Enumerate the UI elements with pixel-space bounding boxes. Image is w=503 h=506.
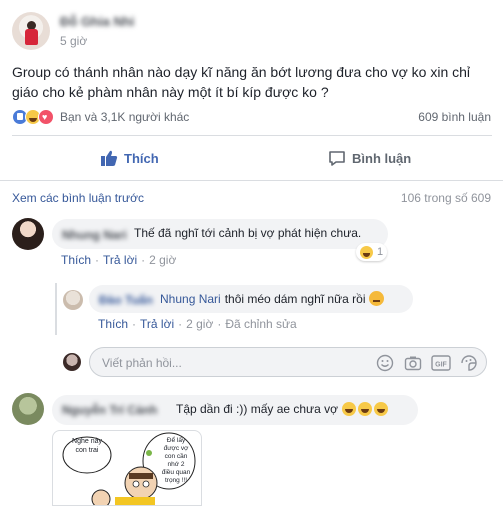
comic-speech-right: Để lấy được vợ con cần nhớ 2 điều quan t… xyxy=(161,437,191,484)
comment-avatar[interactable] xyxy=(12,218,44,250)
reply-thread-line xyxy=(55,283,57,335)
reply-input-placeholder: Viết phản hồi... xyxy=(102,356,182,370)
comment-time[interactable]: 2 giờ xyxy=(149,253,176,267)
comment-reaction-count: 1 xyxy=(377,246,384,258)
comment-button[interactable]: Bình luận xyxy=(328,147,411,169)
separator-dot: · xyxy=(141,253,146,267)
reply-text-body: thôi méo dám nghĩ nữa rồi xyxy=(224,291,366,306)
current-user-avatar xyxy=(63,353,81,371)
reply-like-link[interactable]: Thích xyxy=(98,317,128,331)
view-previous-comments-link[interactable]: Xem các bình luận trước xyxy=(12,191,144,205)
comment-actions: Thích · Trả lời · 2 giờ xyxy=(61,253,176,267)
comment-reply-link[interactable]: Trả lời xyxy=(103,253,137,267)
smirk-emoji-icon xyxy=(369,291,385,306)
separator-dot: · xyxy=(132,317,137,331)
reply-edited-label[interactable]: Đã chỉnh sửa xyxy=(225,317,296,331)
sticker-icon[interactable] xyxy=(460,354,478,372)
reply-reply-link[interactable]: Trả lời xyxy=(140,317,174,331)
post-author-name[interactable]: Đỗ Ghia Nhi xyxy=(60,14,134,29)
reply-mention[interactable]: Nhung Nari xyxy=(160,292,221,306)
comment-text-body: Tập dần đi :)) mấy ae chưa vợ xyxy=(176,402,338,416)
separator-dot: · xyxy=(178,317,183,331)
comment-author-name[interactable]: Nguyễn Trí Cảnh xyxy=(62,403,157,417)
haha-reaction-icon xyxy=(360,245,373,259)
laughing-emoji-icon xyxy=(373,402,388,416)
post-author-avatar[interactable] xyxy=(12,12,50,50)
comment-icon xyxy=(329,151,345,166)
reply-author-name[interactable]: Đào Tuấn xyxy=(99,293,153,307)
separator-dot: · xyxy=(217,317,222,331)
gif-icon[interactable]: GIF xyxy=(431,354,451,372)
reply-input-field[interactable]: Viết phản hồi... GIF xyxy=(89,347,487,377)
thumbs-up-icon xyxy=(101,150,118,166)
comment-reaction-badge[interactable]: 1 xyxy=(356,243,388,261)
comment-text: Tập dần đi :)) mấy ae chưa vợ xyxy=(176,402,388,416)
post-text-line-2: giáo cho kẻ phàm nhân này một ít bí kíp … xyxy=(12,84,329,100)
reply-actions: Thích · Trả lời · 2 giờ · Đã chỉnh sửa xyxy=(98,317,297,331)
comic-speech-left: Nghe này con trai xyxy=(72,438,102,454)
post-text: Group có thánh nhân nào dạy kĩ năng ăn b… xyxy=(12,62,497,102)
comment-like-link[interactable]: Thích xyxy=(61,253,91,267)
laughing-emoji-icon xyxy=(341,402,356,416)
post-text-line-1: Group có thánh nhân nào dạy kĩ năng ăn b… xyxy=(12,64,471,80)
comment-image-attachment[interactable]: Nghe này con trai Để lấy được vợ con cần… xyxy=(52,430,202,506)
separator-dot: · xyxy=(95,253,100,267)
reply-time[interactable]: 2 giờ xyxy=(186,317,213,331)
reactions-text[interactable]: Bạn và 3,1K người khác xyxy=(60,110,189,124)
svg-text:GIF: GIF xyxy=(435,362,447,369)
comments-page-count: 106 trong số 609 xyxy=(400,191,491,205)
reactions-summary[interactable]: ♥ Bạn và 3,1K người khác xyxy=(12,108,189,126)
reply-text: Nhung Nari thôi méo dám nghĩ nữa rồi xyxy=(160,291,385,306)
comment-count[interactable]: 609 bình luận xyxy=(418,110,491,124)
camera-icon[interactable] xyxy=(404,354,422,372)
love-reaction-icon: ♥ xyxy=(38,109,54,125)
like-button[interactable]: Thích xyxy=(100,147,159,169)
comment-text: Thế đã nghĩ tới cảnh bị vợ phát hiện chư… xyxy=(134,226,362,240)
comment-author-name[interactable]: Nhung Nari xyxy=(62,228,127,242)
reply-avatar[interactable] xyxy=(63,290,83,310)
comment-avatar[interactable] xyxy=(12,393,44,425)
emoji-picker-icon[interactable] xyxy=(376,354,394,372)
like-button-label: Thích xyxy=(124,150,159,166)
post-time[interactable]: 5 giờ xyxy=(60,34,87,48)
comment-button-label: Bình luận xyxy=(352,150,412,166)
actions-top-divider xyxy=(12,135,492,136)
laughing-emoji-icon xyxy=(357,402,372,416)
